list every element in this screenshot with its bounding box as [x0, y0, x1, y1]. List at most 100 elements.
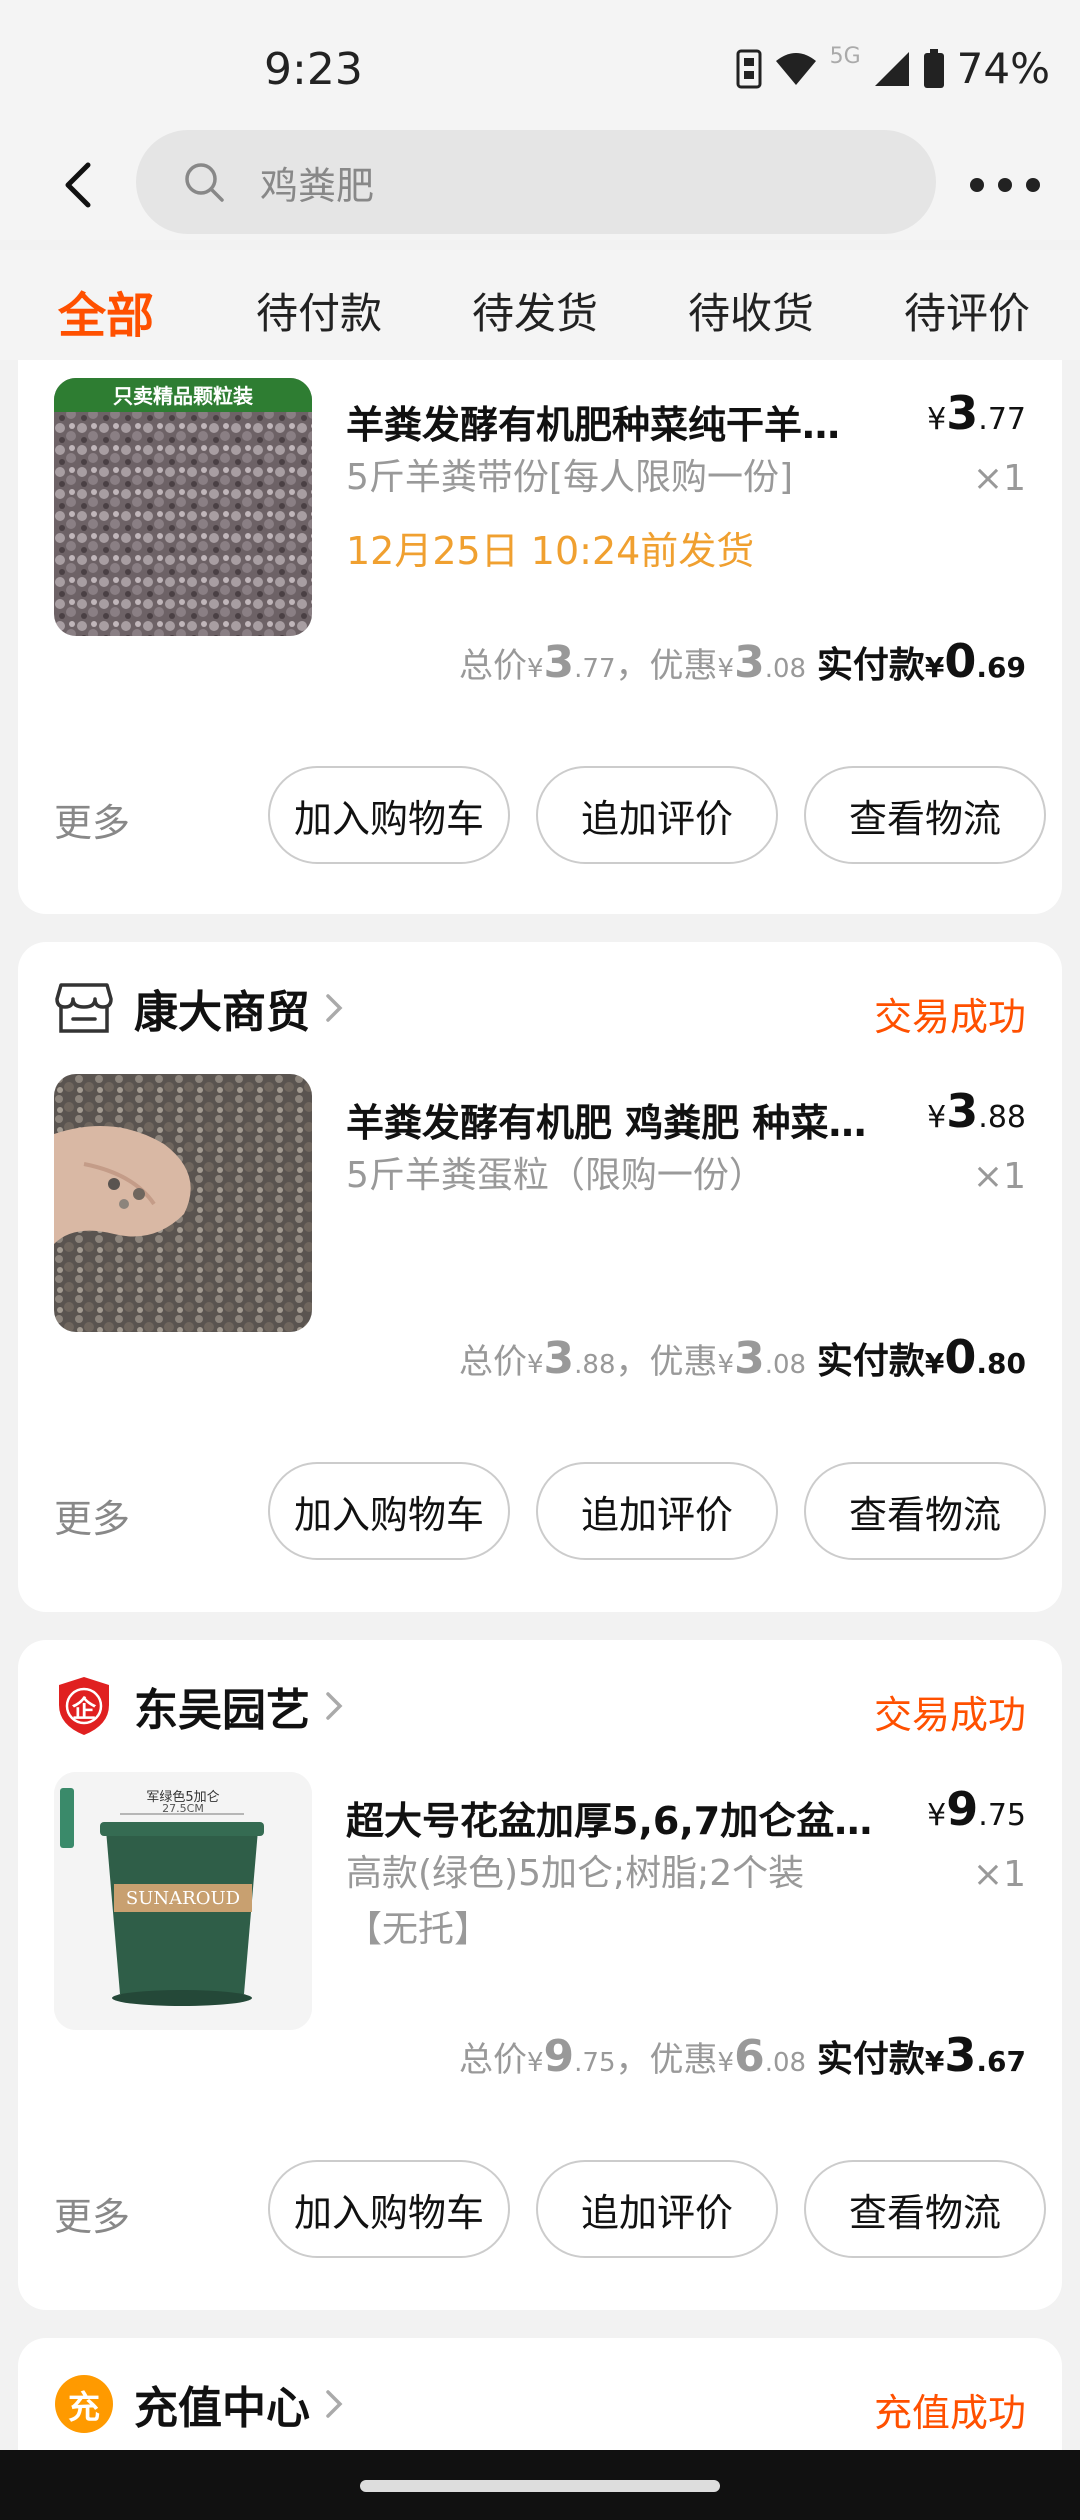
view-logistics-button[interactable]: 查看物流	[804, 1462, 1046, 1560]
order-card: 充 充值中心 充值成功	[18, 2338, 1062, 2450]
paid-label: 实付款	[816, 2039, 925, 2080]
paid-int: 0	[944, 634, 977, 688]
product-title[interactable]: 超大号花盆加厚5,6,7加仑盆树脂	[346, 1790, 876, 1845]
total-dec: .75	[574, 2048, 616, 2078]
total-dec: .88	[574, 1350, 616, 1380]
product-price: ¥3.88	[927, 1084, 1026, 1138]
search-input[interactable]: 鸡粪肥	[136, 130, 936, 234]
currency-symbol: ¥	[927, 1798, 947, 1833]
price-int: 9	[946, 1782, 979, 1836]
total-dec: .77	[574, 654, 616, 684]
more-options-button[interactable]	[970, 165, 1040, 205]
currency-symbol: ¥	[927, 1100, 947, 1135]
add-review-button[interactable]: 追加评价	[536, 766, 778, 864]
battery-icon	[923, 48, 944, 88]
shop-row[interactable]: 企 东吴园艺 交易成功	[54, 1676, 1026, 1737]
add-to-cart-button[interactable]: 加入购物车	[268, 766, 510, 864]
header: 鸡粪肥	[0, 130, 1080, 240]
network-label: 5G	[829, 44, 861, 69]
product-image[interactable]: 军绿色5加仑 27.5CM SUNAROUD	[54, 1772, 312, 2030]
product-title[interactable]: 羊粪发酵有机肥 鸡粪肥 种菜纯干羊粪	[346, 1092, 876, 1147]
chevron-right-icon	[326, 2390, 343, 2418]
ship-deadline: 12月25日 10:24前发货	[346, 529, 755, 573]
order-card: 只卖精品颗粒装 羊粪发酵有机肥种菜纯干羊粪颗粒 ¥3.77 5斤羊粪带份[每人限…	[18, 360, 1062, 914]
price-int: 3	[946, 386, 979, 440]
vibrate-icon	[736, 49, 762, 88]
action-row: 更多 加入购物车 追加评价 查看物流	[54, 766, 1046, 866]
product-image[interactable]: 只卖精品颗粒装	[54, 378, 312, 636]
product-image[interactable]	[54, 1074, 312, 1332]
product-qty: ×1	[972, 458, 1026, 499]
chevron-right-icon	[326, 1692, 343, 1720]
order-totals: 总价¥9.75，优惠¥6.08 实付款¥3.67	[459, 2028, 1026, 2082]
tab-to-pay[interactable]: 待付款	[256, 280, 382, 341]
more-link[interactable]: 更多	[54, 792, 130, 847]
price-int: 3	[946, 1084, 979, 1138]
currency-symbol: ¥	[927, 402, 947, 437]
chevron-right-icon	[326, 994, 343, 1022]
product-qty: ×1	[972, 1854, 1026, 1895]
paid-dec: .67	[976, 2045, 1026, 2078]
status-bar: 9:23 5G 74%	[0, 0, 1080, 130]
action-row: 更多 加入购物车 追加评价 查看物流	[54, 2160, 1046, 2260]
back-button[interactable]	[50, 155, 110, 215]
discount-label: ，优惠	[615, 1342, 718, 1382]
home-indicator[interactable]	[360, 2480, 720, 2492]
order-list[interactable]: 只卖精品颗粒装 羊粪发酵有机肥种菜纯干羊粪颗粒 ¥3.77 5斤羊粪带份[每人限…	[0, 360, 1080, 2450]
search-query: 鸡粪肥	[260, 163, 375, 208]
paid-label: 实付款	[816, 1341, 925, 1382]
dot-icon	[970, 178, 984, 192]
add-review-button[interactable]: 追加评价	[536, 2160, 778, 2258]
pot-dimension: 27.5CM	[162, 1802, 204, 1815]
system-nav-bar	[0, 2450, 1080, 2520]
product-title[interactable]: 羊粪发酵有机肥种菜纯干羊粪颗粒	[346, 394, 876, 449]
order-status: 交易成功	[873, 1693, 1026, 1737]
shop-row[interactable]: 康大商贸 交易成功	[54, 978, 1026, 1039]
total-int: 9	[543, 2031, 575, 2082]
store-icon	[54, 978, 114, 1038]
view-logistics-button[interactable]: 查看物流	[804, 766, 1046, 864]
paid-label: 实付款	[816, 645, 925, 686]
back-arrow-icon	[65, 162, 91, 208]
discount-dec: .08	[764, 1350, 807, 1380]
product-sku: 5斤羊粪带份[每人限购一份]	[346, 457, 793, 498]
dot-icon	[1026, 178, 1040, 192]
product-price: ¥9.75	[927, 1782, 1026, 1836]
signal-icon	[874, 51, 909, 86]
paid-amount: 实付款¥0.69	[816, 634, 1026, 688]
paid-int: 3	[944, 2028, 977, 2082]
enterprise-shield-icon: 企	[54, 1676, 114, 1736]
discount-int: 3	[734, 637, 765, 688]
order-totals: 总价¥3.88，优惠¥3.08 实付款¥0.80	[459, 1330, 1026, 1384]
tab-to-review[interactable]: 待评价	[904, 280, 1030, 341]
action-row: 更多 加入购物车 追加评价 查看物流	[54, 1462, 1046, 1562]
tab-to-ship[interactable]: 待发货	[472, 280, 598, 341]
manure-hand-image-icon	[54, 1074, 312, 1332]
recharge-badge-text: 充	[67, 2388, 100, 2426]
discount-label: ，优惠	[615, 646, 718, 686]
more-link[interactable]: 更多	[54, 2186, 130, 2241]
shop-name: 康大商贸	[134, 987, 310, 1038]
shop-row[interactable]: 充 充值中心 充值成功	[54, 2374, 1026, 2435]
tab-all[interactable]: 全部	[58, 276, 154, 346]
product-sku: 高款(绿色)5加仑;树脂;2个装【无托】	[346, 1853, 805, 1950]
price-dec: .75	[978, 1798, 1026, 1833]
add-review-button[interactable]: 追加评价	[536, 1462, 778, 1560]
order-totals: 总价¥3.77，优惠¥3.08 实付款¥0.69	[459, 634, 1026, 688]
status-icons: 5G 74%	[736, 44, 1050, 93]
recharge-icon: 充	[54, 2374, 114, 2434]
add-to-cart-button[interactable]: 加入购物车	[268, 1462, 510, 1560]
add-to-cart-button[interactable]: 加入购物车	[268, 2160, 510, 2258]
battery-percent: 74%	[956, 44, 1050, 93]
price-dec: .88	[978, 1100, 1026, 1135]
discount-dec: .08	[764, 654, 807, 684]
product-price: ¥3.77	[927, 386, 1026, 440]
shop-name: 东吴园艺	[134, 1685, 310, 1736]
paid-amount: 实付款¥3.67	[816, 2028, 1026, 2082]
more-link[interactable]: 更多	[54, 1488, 130, 1543]
total-int: 3	[543, 1333, 575, 1384]
thumb-caption: 只卖精品颗粒装	[113, 384, 253, 408]
tab-to-receive[interactable]: 待收货	[688, 280, 814, 341]
paid-int: 0	[944, 1330, 977, 1384]
view-logistics-button[interactable]: 查看物流	[804, 2160, 1046, 2258]
